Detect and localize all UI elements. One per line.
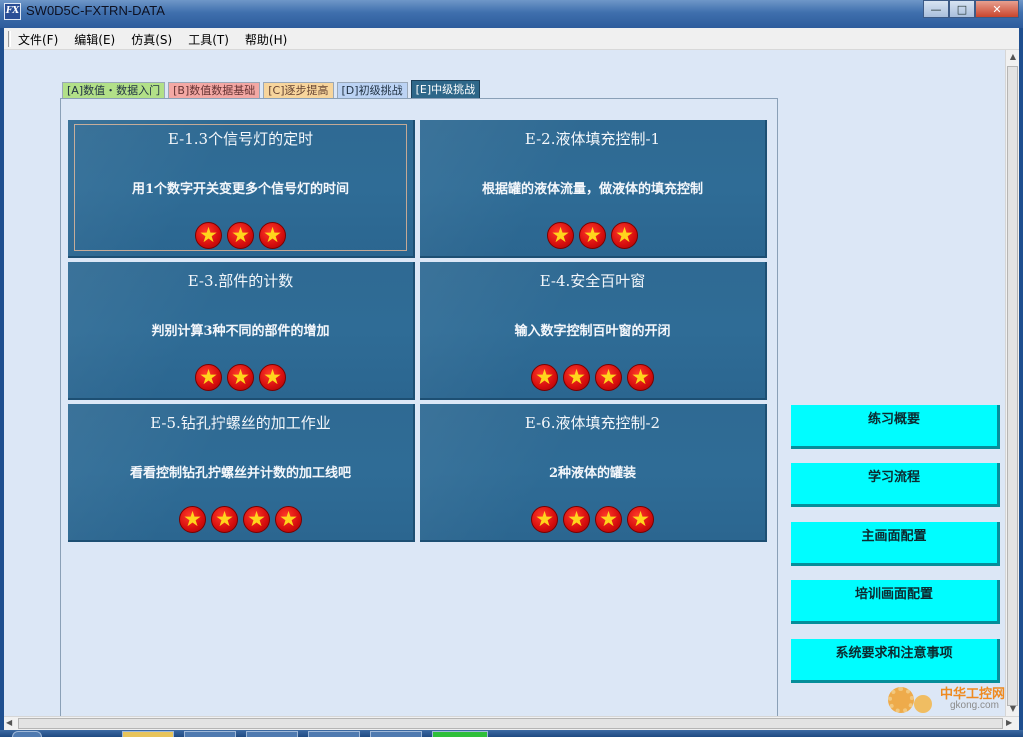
- difficulty-stars: ★ ★ ★ ★: [68, 506, 413, 533]
- star-icon: ★: [531, 364, 558, 391]
- vertical-scrollbar[interactable]: ▲ ▼: [1005, 50, 1019, 716]
- scroll-right-icon[interactable]: ▶: [1006, 718, 1016, 729]
- star-icon: ★: [579, 222, 606, 249]
- star-icon: ★: [531, 506, 558, 533]
- menu-file[interactable]: 文件(F): [18, 31, 58, 48]
- tab-b-fundamentals[interactable]: [B]数值数据基础: [168, 82, 261, 99]
- star-icon: ★: [563, 506, 590, 533]
- exercise-title: E-6.液体填充控制-2: [524, 414, 661, 432]
- star-icon: ★: [595, 506, 622, 533]
- scroll-left-icon[interactable]: ◀: [6, 718, 16, 729]
- window-controls: — □ ✕: [923, 0, 1019, 18]
- star-icon: ★: [195, 364, 222, 391]
- exercise-title: E-2.液体填充控制-1: [524, 130, 661, 148]
- difficulty-stars: ★ ★ ★: [420, 222, 765, 249]
- exercise-description: 看看控制钻孔拧螺丝并计数的加工线吧: [129, 466, 351, 481]
- exercise-title: E-1.3个信号灯的定时: [167, 130, 314, 148]
- difficulty-stars: ★ ★ ★: [68, 364, 413, 391]
- main-screen-config-button[interactable]: 主画面配置: [791, 522, 1000, 566]
- exercise-title: E-3.部件的计数: [187, 272, 294, 290]
- star-icon: ★: [227, 222, 254, 249]
- menu-edit[interactable]: 编辑(E): [74, 31, 115, 48]
- star-icon: ★: [179, 506, 206, 533]
- tab-c-step-up[interactable]: [C]逐步提高: [263, 82, 334, 99]
- learning-flow-button[interactable]: 学习流程: [791, 463, 1000, 507]
- star-icon: ★: [627, 506, 654, 533]
- app-icon: FX: [4, 3, 21, 20]
- taskbar-app-button[interactable]: [122, 731, 174, 737]
- star-icon: ★: [227, 364, 254, 391]
- exercise-title: E-4.安全百叶窗: [539, 272, 646, 290]
- exercise-card-e5[interactable]: E-5.钻孔拧螺丝的加工作业 看看控制钻孔拧螺丝并计数的加工线吧 ★ ★ ★ ★: [68, 404, 415, 542]
- exercise-card-e6[interactable]: E-6.液体填充控制-2 2种液体的罐装 ★ ★ ★ ★: [420, 404, 767, 542]
- tab-a-basics[interactable]: [A]数值・数据入门: [62, 82, 166, 99]
- difficulty-stars: ★ ★ ★ ★: [420, 364, 765, 391]
- star-icon: ★: [243, 506, 270, 533]
- tab-d-beginner-challenge[interactable]: [D]初级挑战: [336, 82, 408, 99]
- gear-icon: [914, 695, 932, 713]
- menu-grip: [8, 31, 11, 47]
- star-icon: ★: [211, 506, 238, 533]
- star-icon: ★: [259, 364, 286, 391]
- exercise-card-e4[interactable]: E-4.安全百叶窗 输入数字控制百叶窗的开闭 ★ ★ ★ ★: [420, 262, 767, 400]
- close-button[interactable]: ✕: [975, 0, 1019, 18]
- star-icon: ★: [563, 364, 590, 391]
- taskbar-app-button[interactable]: [432, 731, 488, 737]
- scroll-up-icon[interactable]: ▲: [1008, 52, 1018, 62]
- exercise-card-e2[interactable]: E-2.液体填充控制-1 根据罐的液体流量，做液体的填充控制 ★ ★ ★: [420, 120, 767, 258]
- exercise-description: 2种液体的罐装: [548, 466, 637, 481]
- star-icon: ★: [275, 506, 302, 533]
- star-icon: ★: [611, 222, 638, 249]
- vertical-scroll-thumb[interactable]: [1007, 66, 1018, 706]
- menu-tools[interactable]: 工具(T): [188, 31, 229, 48]
- tab-e-intermediate-challenge[interactable]: [E]中级挑战: [410, 80, 481, 99]
- watermark-url: gkong.com: [950, 700, 999, 711]
- star-icon: ★: [627, 364, 654, 391]
- gear-icon: [888, 687, 914, 713]
- menu-bar: 文件(F) 编辑(E) 仿真(S) 工具(T) 帮助(H): [4, 28, 1019, 50]
- minimize-button[interactable]: —: [923, 0, 949, 18]
- star-icon: ★: [259, 222, 286, 249]
- training-screen-config-button[interactable]: 培训画面配置: [791, 580, 1000, 624]
- exercise-card-e1[interactable]: E-1.3个信号灯的定时 用1个数字开关变更多个信号灯的时间 ★ ★ ★: [68, 120, 415, 258]
- exercise-title: E-5.钻孔拧螺丝的加工作业: [150, 414, 331, 432]
- gkong-watermark: 中华工控网 gkong.com: [888, 683, 1018, 717]
- system-requirements-button[interactable]: 系统要求和注意事项: [791, 639, 1000, 683]
- difficulty-stars: ★ ★ ★ ★: [420, 506, 765, 533]
- exercise-card-e3[interactable]: E-3.部件的计数 判别计算3种不同的部件的增加 ★ ★ ★: [68, 262, 415, 400]
- horizontal-scrollbar[interactable]: ◀ ▶: [4, 716, 1019, 730]
- taskbar-app-button[interactable]: [308, 731, 360, 737]
- menu-help[interactable]: 帮助(H): [245, 31, 287, 48]
- difficulty-stars: ★ ★ ★: [68, 222, 413, 249]
- maximize-icon: □: [956, 2, 968, 16]
- close-icon: ✕: [992, 2, 1002, 16]
- maximize-button[interactable]: □: [949, 0, 975, 18]
- star-icon: ★: [595, 364, 622, 391]
- exercise-overview-button[interactable]: 练习概要: [791, 405, 1000, 449]
- menu-simulate[interactable]: 仿真(S): [131, 31, 172, 48]
- window-title: SW0D5C-FXTRN-DATA: [26, 3, 165, 18]
- star-icon: ★: [547, 222, 574, 249]
- taskbar-app-button[interactable]: [246, 731, 298, 737]
- star-icon: ★: [195, 222, 222, 249]
- start-button[interactable]: [12, 731, 42, 737]
- exercise-description: 用1个数字开关变更多个信号灯的时间: [131, 182, 350, 197]
- exercise-description: 输入数字控制百叶窗的开闭: [514, 324, 671, 339]
- taskbar-app-button[interactable]: [184, 731, 236, 737]
- taskbar-app-button[interactable]: [370, 731, 422, 737]
- minimize-icon: —: [930, 2, 942, 16]
- category-tabs: [A]数值・数据入门 [B]数值数据基础 [C]逐步提高 [D]初级挑战 [E]…: [62, 80, 483, 99]
- title-bar: FX SW0D5C-FXTRN-DATA — □ ✕: [0, 0, 1023, 28]
- exercise-description: 根据罐的液体流量，做液体的填充控制: [481, 182, 703, 197]
- exercise-description: 判别计算3种不同的部件的增加: [151, 324, 330, 339]
- horizontal-scroll-thumb[interactable]: [18, 718, 1003, 729]
